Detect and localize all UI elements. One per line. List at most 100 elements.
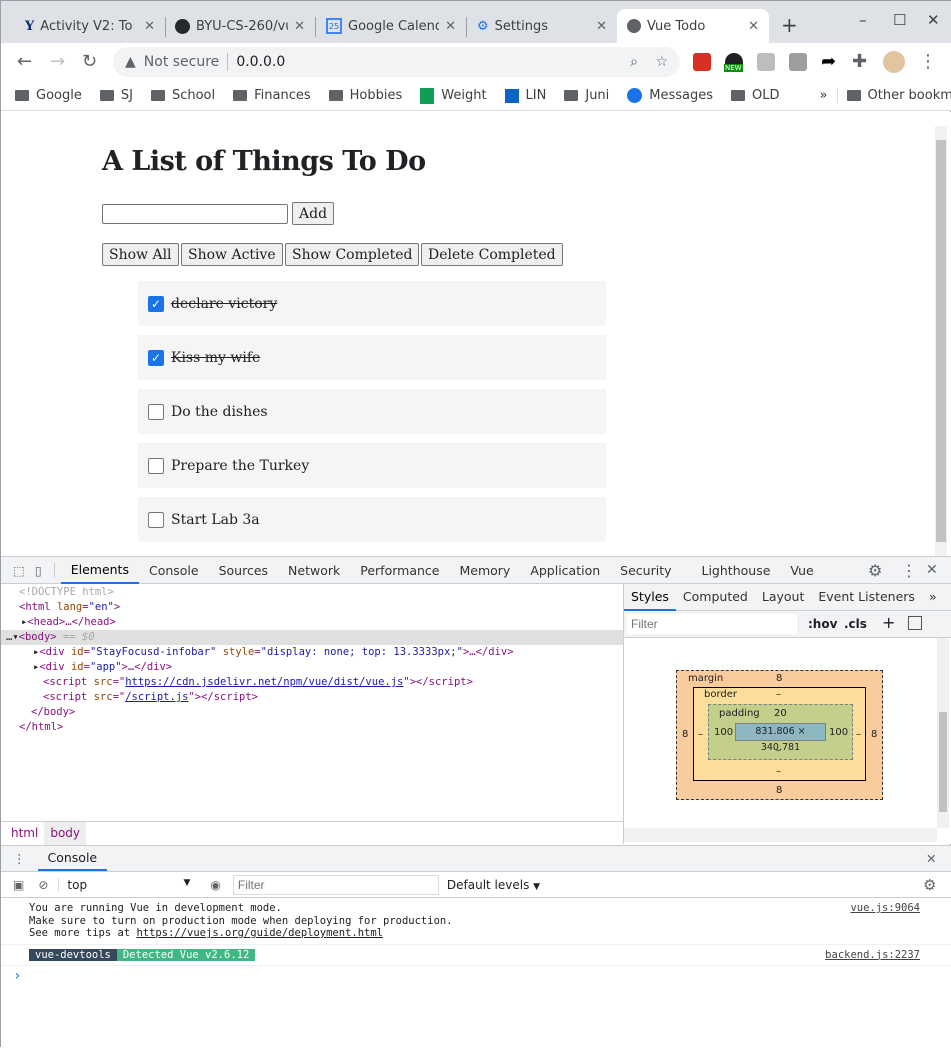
clear-console-icon[interactable]: ⊘ (32, 878, 58, 892)
console-prompt[interactable]: › (1, 966, 951, 986)
devtools-tab-security[interactable]: Security (610, 557, 681, 584)
styles-hscrollbar[interactable] (624, 828, 937, 842)
more-tabs-button[interactable]: » (922, 584, 944, 609)
bookmark-juni[interactable]: Juni (555, 88, 618, 103)
bookmark-messages[interactable]: Messages (618, 88, 722, 103)
devtools-tab-network[interactable]: Network (278, 557, 350, 584)
tab-computed[interactable]: Computed (676, 584, 755, 609)
styles-scrollbar[interactable] (937, 638, 949, 828)
url-text[interactable]: 0.0.0.0 (236, 54, 285, 70)
cls-button[interactable]: .cls (844, 617, 867, 631)
devtools-tab-console[interactable]: Console (139, 557, 209, 584)
forward-button[interactable]: → (50, 51, 65, 72)
tab-layout[interactable]: Layout (755, 584, 812, 609)
avatar[interactable] (883, 51, 905, 73)
devtools-tab-vue[interactable]: Vue (780, 557, 823, 584)
close-drawer-icon[interactable]: ✕ (926, 851, 936, 866)
dom-html[interactable]: <html lang="en"> (1, 600, 623, 615)
context-select[interactable]: top ▼ (58, 877, 198, 892)
todo-checkbox[interactable] (148, 457, 164, 474)
close-devtools-icon[interactable]: ✕ (926, 562, 938, 578)
new-tab-button[interactable]: + (781, 13, 798, 37)
devtools-tab-application[interactable]: Application (520, 557, 610, 584)
close-tab-icon[interactable]: ✕ (144, 19, 155, 34)
todo-checkbox[interactable] (148, 403, 164, 420)
bookmark-sj[interactable]: SJ (91, 88, 142, 103)
tab-styles[interactable]: Styles (624, 584, 676, 611)
tab-vue-todo[interactable]: Vue Todo ✕ (617, 9, 769, 43)
maximize-button[interactable]: ☐ (893, 11, 906, 29)
dom-head[interactable]: ▸<head>…</head> (1, 615, 623, 630)
extension-new-icon[interactable]: NEW (724, 53, 743, 72)
puzzle-icon[interactable]: ✚ (852, 51, 867, 72)
back-button[interactable]: ← (17, 51, 32, 72)
styles-filter-input[interactable] (627, 614, 797, 634)
eye-icon[interactable]: ◉ (198, 878, 232, 892)
devtools-tab-memory[interactable]: Memory (449, 557, 520, 584)
star-icon[interactable]: ☆ (655, 54, 668, 70)
bookmark-other[interactable]: Other bookmarks (836, 88, 951, 103)
close-tab-icon[interactable]: ✕ (748, 19, 759, 34)
tab-event-listeners[interactable]: Event Listeners (811, 584, 922, 609)
device-toggle-icon[interactable]: ▯ (31, 562, 55, 578)
script-src-link[interactable]: /script.js (125, 691, 188, 703)
extension-red-icon[interactable] (693, 53, 711, 71)
page-scrollbar[interactable] (935, 126, 947, 556)
add-button[interactable]: Add (292, 202, 335, 225)
extension-grey-icon[interactable] (757, 53, 775, 71)
script-src-link[interactable]: https://cdn.jsdelivr.net/npm/vue/dist/vu… (125, 676, 403, 688)
menu-icon[interactable]: ⋮ (919, 51, 937, 72)
close-tab-icon[interactable]: ✕ (445, 19, 456, 34)
close-tab-icon[interactable]: ✕ (596, 19, 607, 34)
source-link[interactable]: vue.js:9064 (850, 902, 920, 915)
devtools-tab-elements[interactable]: Elements (60, 557, 139, 584)
dom-body-selected[interactable]: …▾<body> == $0 (1, 630, 623, 645)
tab-settings[interactable]: ⚙ Settings ✕ (467, 9, 617, 43)
tab-console-drawer[interactable]: Console (37, 846, 108, 871)
dom-script-local[interactable]: <script src="/script.js"></script> (1, 690, 623, 705)
devtools-tab-lighthouse[interactable]: Lighthouse (692, 557, 781, 584)
dom-div-app[interactable]: ▸<div id="app">…</div> (1, 660, 623, 675)
address-bar[interactable]: ▲ Not secure 0.0.0.0 ⌕ ☆ (113, 47, 680, 77)
deployment-link[interactable]: https://vuejs.org/guide/deployment.html (136, 927, 383, 939)
drawer-menu-icon[interactable]: ⋮ (1, 851, 38, 866)
bookmark-school[interactable]: School (142, 88, 224, 103)
todo-checkbox[interactable]: ✓ (148, 295, 164, 312)
dom-script-vue[interactable]: <script src="https://cdn.jsdelivr.net/np… (1, 675, 623, 690)
settings-gear-icon[interactable]: ⚙ (868, 561, 882, 580)
bookmark-old[interactable]: OLD (722, 88, 789, 103)
sidebar-toggle-icon[interactable] (908, 616, 922, 630)
delete-completed-button[interactable]: Delete Completed (421, 243, 563, 266)
devtools-tab-sources[interactable]: Sources (209, 557, 278, 584)
sidebar-icon[interactable]: ▣ (1, 878, 32, 892)
dom-div-stayfocusd[interactable]: ▸<div id="StayFocusd-infobar" style="dis… (1, 645, 623, 660)
todo-input[interactable] (102, 204, 288, 224)
source-link[interactable]: backend.js:2237 (825, 949, 920, 962)
reload-button[interactable]: ↻ (82, 51, 97, 72)
show-all-button[interactable]: Show All (102, 243, 179, 266)
show-completed-button[interactable]: Show Completed (285, 243, 420, 266)
bookmark-google[interactable]: Google (1, 88, 91, 103)
tab-calendar[interactable]: 25 Google Calendar✕ (316, 9, 466, 43)
share-icon[interactable]: ➦ (821, 51, 836, 72)
log-levels-select[interactable]: Default levels ▼ (439, 878, 548, 892)
console-filter-input[interactable] (232, 874, 439, 895)
breadcrumb-body[interactable]: body (44, 821, 87, 845)
tab-activity[interactable]: Y Activity V2: To ✕ (15, 9, 165, 43)
zoom-icon[interactable]: ⌕ (630, 54, 638, 70)
bookmark-lin[interactable]: LIN (496, 88, 556, 103)
devtools-tab-performance[interactable]: Performance (350, 557, 449, 584)
tab-github[interactable]: BYU-CS-260/vue✕ (165, 9, 315, 43)
bookmark-weight[interactable]: Weight (411, 87, 495, 104)
inspect-icon[interactable]: ⬚ (1, 563, 31, 578)
close-window-button[interactable]: ✕ (927, 11, 940, 29)
show-active-button[interactable]: Show Active (181, 243, 283, 266)
extension-printer-icon[interactable] (789, 53, 807, 71)
hov-button[interactable]: :hov (808, 617, 837, 631)
bookmark-finances[interactable]: Finances (224, 88, 320, 103)
more-icon[interactable]: ⋮ (901, 561, 917, 580)
add-rule-icon[interactable]: + (882, 613, 895, 632)
bookmark-hobbies[interactable]: Hobbies (320, 88, 412, 103)
bookmarks-overflow[interactable]: » (811, 88, 837, 103)
breadcrumb-html[interactable]: html (1, 823, 44, 843)
